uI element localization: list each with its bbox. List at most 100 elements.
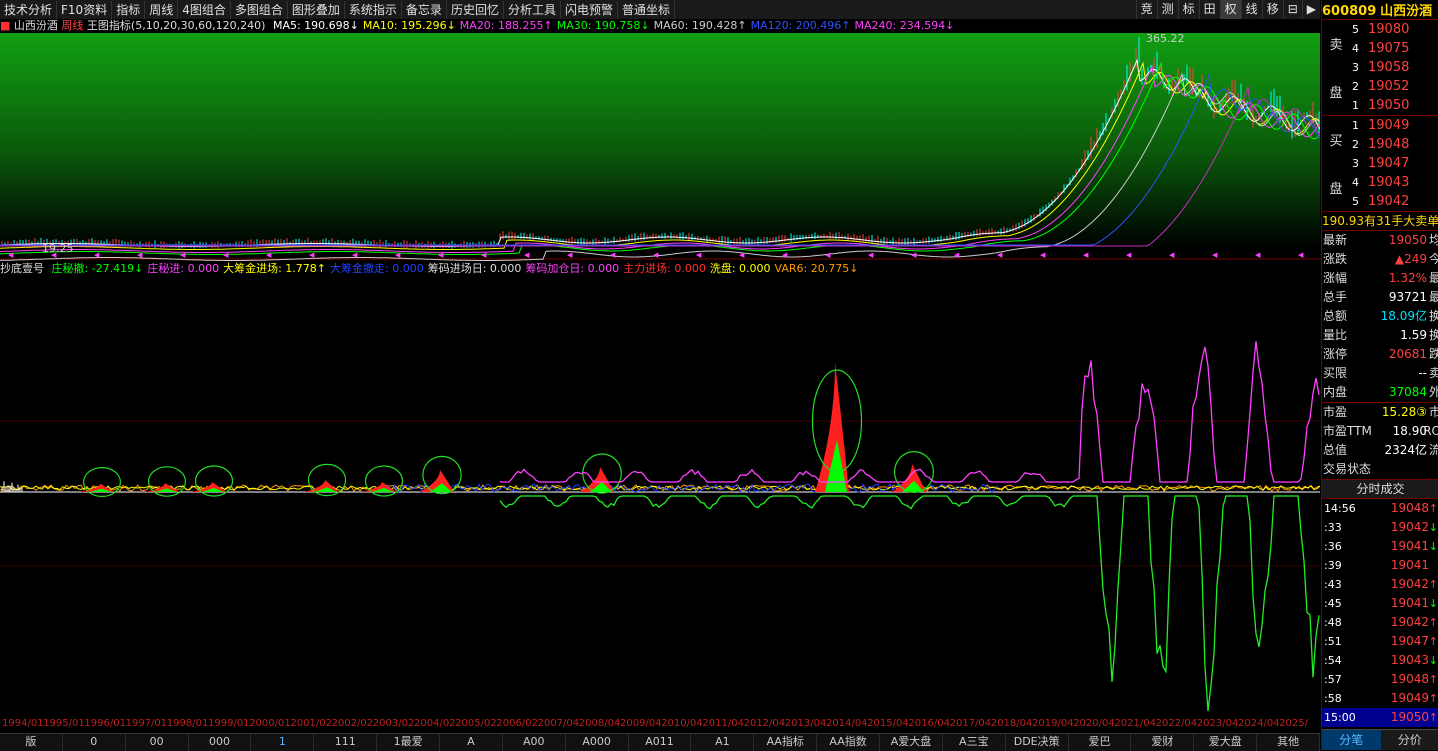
legend-stock-name: 山西汾酒 [14,19,58,32]
toolbar-item-2[interactable]: 指标 [112,1,145,19]
sell-label-char2: 盘 [1329,82,1342,101]
stat-value: ▲249 [1395,250,1427,269]
signal-marker-icon: ◀ [1040,251,1046,259]
signal-marker-icon: ◀ [739,251,745,259]
buy-row: 219048 [1352,135,1438,154]
tick-row: :3919041 [1322,556,1438,575]
toolbar-item-6[interactable]: 图形叠加 [288,1,345,19]
stat-value: 20681 [1389,345,1427,364]
bottom-tab[interactable]: A1 [691,734,754,751]
stat-row: 涨停20681跌 [1322,345,1438,364]
toolbar-item-5[interactable]: 多图组合 [231,1,288,19]
toolbar-right-item-2[interactable]: 标 [1178,0,1199,19]
toolbar-item-7[interactable]: 系统指示 [345,1,402,19]
bottom-tab[interactable]: 爱财 [1131,734,1194,751]
toolbar-right-item-1[interactable]: 测 [1157,0,1178,19]
indicator-chart[interactable] [0,276,1320,717]
time-axis-label: 2006/02 [496,718,538,729]
bottom-tab[interactable]: A [440,734,503,751]
ma-legend-4: MA60: 190.428↑ [654,19,747,32]
bottom-tab[interactable]: A00 [503,734,566,751]
bottom-tab[interactable]: 1最爱 [377,734,440,751]
bottom-tab[interactable]: 爱巴 [1069,734,1132,751]
stat-extra: 外 [1429,383,1438,402]
buy-price: 19043 [1368,175,1409,190]
toolbar-right-item-8[interactable]: ▶ [1302,0,1320,19]
stat-key: 内盘 [1323,383,1347,402]
sell-row: 219052 [1352,77,1438,96]
time-axis-label: 2002/02 [332,718,374,729]
bottom-tab[interactable]: AA指数 [817,734,880,751]
toolbar-right-item-0[interactable]: 竞 [1136,0,1157,19]
stock-name: 山西汾酒 [1380,4,1432,19]
toolbar-right-item-5[interactable]: 线 [1241,0,1262,19]
bottom-tab[interactable]: 0 [63,734,126,751]
time-axis-label: 2003/02 [373,718,415,729]
bottom-tab[interactable]: A000 [566,734,629,751]
signal-marker-icon: ◀ [1212,251,1218,259]
signal-marker-icon: ◀ [94,251,100,259]
signal-marker-icon: ◀ [868,251,874,259]
ma-legend-3: MA30: 190.758↓ [557,19,650,32]
toolbar-right-item-7[interactable]: ⊟ [1283,0,1302,19]
tick-price: 19041 [1391,537,1429,556]
time-axis-label: 2008/04 [579,718,621,729]
bottom-tab[interactable]: 1 [251,734,314,751]
stat-row: 涨跌▲249今 [1322,250,1438,269]
stat-value: 93721 [1389,288,1427,307]
buy-side-label: 买 盘 [1322,116,1350,211]
toolbar-item-1[interactable]: F10资料 [57,1,112,19]
bottom-tab[interactable]: 其他 [1257,734,1320,751]
bottom-tab[interactable]: A011 [629,734,692,751]
toolbar-right-item-4[interactable]: 权 [1220,0,1241,19]
price-chart[interactable]: ◀◀◀◀◀◀◀◀◀◀◀◀◀◀◀◀◀◀◀◀◀◀◀◀◀◀◀◀◀◀◀ 365.22 1… [0,33,1320,261]
chart-background [0,33,1320,248]
indicator-legend-2: 大筹金进场: 1.778↑ [223,262,326,275]
tick-arrow-icon: ↑ [1429,708,1438,727]
stat-row: 量比1.59换 [1322,326,1438,345]
toolbar-item-11[interactable]: 闪电预警 [561,1,618,19]
bottom-tab[interactable]: 爱大盘 [1194,734,1257,751]
tick-time: 15:00 [1324,708,1356,727]
toolbar-right-item-6[interactable]: 移 [1262,0,1283,19]
toolbar-item-3[interactable]: 周线 [145,1,178,19]
tick-arrow-icon: ↑ [1429,575,1438,594]
bottom-tab[interactable]: A爱大盘 [880,734,943,751]
bottom-tab-bar: 版00000011111最爱AA00A000A011A1AA指标AA指数A爱大盘… [0,733,1320,751]
bottom-tab[interactable]: DDE决策 [1006,734,1069,751]
quote-tab-0[interactable]: 分笔 [1322,730,1381,750]
quote-tab-1[interactable]: 分价 [1381,730,1438,750]
stat-row: 最新19050均 [1322,231,1438,250]
stat-value: -- [1418,364,1427,383]
toolbar-item-9[interactable]: 历史回忆 [447,1,504,19]
tick-price: 19041 [1391,556,1429,575]
stat-extra: 均 [1429,231,1438,250]
bottom-tab[interactable]: 111 [314,734,377,751]
tick-time: :43 [1324,575,1342,594]
time-axis-label: 2007/04 [538,718,580,729]
signal-marker-icon: ◀ [653,251,659,259]
signal-marker-icon: ◀ [610,251,616,259]
toolbar-item-8[interactable]: 备忘录 [402,1,447,19]
toolbar-right-item-3[interactable]: 田 [1199,0,1220,19]
time-axis-label: 2012/04 [744,718,786,729]
time-axis-label: 1996/01 [84,718,126,729]
signal-marker-icon: ◀ [438,251,444,259]
toolbar-item-12[interactable]: 普通坐标 [618,1,675,19]
bottom-tab[interactable]: 00 [126,734,189,751]
tick-price: 19049 [1391,689,1429,708]
bottom-tab[interactable]: A三宝 [943,734,1006,751]
bottom-tab[interactable]: AA指标 [754,734,817,751]
stat-key: 涨跌 [1323,250,1347,269]
toolbar-item-10[interactable]: 分析工具 [504,1,561,19]
tick-row: :5119047↑ [1322,632,1438,651]
tick-price: 19042 [1391,575,1429,594]
bottom-tab[interactable]: 版 [0,734,63,751]
bottom-tab[interactable]: 000 [189,734,252,751]
tick-price: 19041 [1391,594,1429,613]
toolbar-item-4[interactable]: 4图组合 [178,1,231,19]
stat-key: 买限 [1323,364,1347,383]
indicator-legend: 抄底壹号 庄秘撤: -27.419↓庄秘进: 0.000大筹金进场: 1.778… [0,262,1320,276]
toolbar-item-0[interactable]: 技术分析 [0,1,57,19]
time-axis-label: 2016/04 [908,718,950,729]
